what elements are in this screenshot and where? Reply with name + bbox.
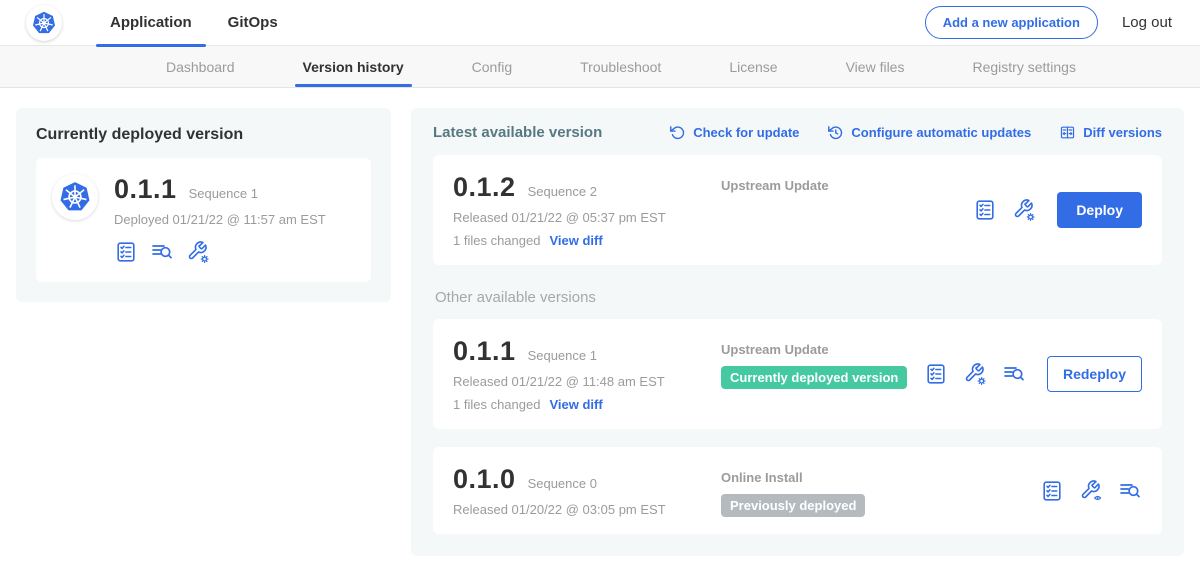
files-changed-label: 1 files changed [453,233,540,248]
configure-automatic-updates-label: Configure automatic updates [851,125,1031,140]
diff-icon [1059,124,1076,141]
view-diff-link[interactable]: View diff [549,233,602,248]
kubernetes-app-icon [54,176,96,218]
check-for-update-label: Check for update [693,125,799,140]
tab-gitops[interactable]: GitOps [210,0,296,46]
panel-header: Latest available version Check for updat… [433,124,1162,141]
diff-versions-link[interactable]: Diff versions [1059,124,1162,141]
source-label: Online Install [721,470,1040,485]
configure-automatic-updates-link[interactable]: Configure automatic updates [827,124,1031,141]
deploy-button[interactable]: Deploy [1057,192,1142,228]
config-edit-icon[interactable] [1012,198,1036,222]
version-info: 0.1.1 Sequence 1 Released 01/21/22 @ 11:… [453,336,711,412]
release-notes-icon[interactable] [1040,479,1064,503]
clock-refresh-icon [827,124,844,141]
deployed-version-number: 0.1.1 [114,174,177,205]
redeploy-button[interactable]: Redeploy [1047,356,1142,392]
subtab-view-files[interactable]: View files [838,46,913,87]
kubernetes-logo-icon [28,7,60,39]
currently-deployed-badge: Currently deployed version [721,366,907,389]
other-versions-title: Other available versions [435,289,1162,306]
currently-deployed-panel: Currently deployed version 0 [16,108,391,302]
kubernetes-logo[interactable] [26,5,62,41]
logs-icon[interactable] [1002,362,1026,386]
sequence-label: Sequence 1 [528,348,597,363]
top-navbar: Application GitOps Add a new application… [0,0,1200,46]
version-source: Online Install Previously deployed [711,464,1040,517]
latest-version-title: Latest available version [433,124,602,141]
version-number: 0.1.2 [453,172,516,203]
deployed-version-card: 0.1.1 Sequence 1 Deployed 01/21/22 @ 11:… [36,158,371,282]
refresh-icon [669,124,686,141]
view-diff-link[interactable]: View diff [549,397,602,412]
add-new-application-button[interactable]: Add a new application [925,6,1098,39]
diff-versions-label: Diff versions [1083,125,1162,140]
app-subnav: Dashboard Version history Config Trouble… [0,46,1200,88]
version-number: 0.1.0 [453,464,516,495]
previously-deployed-badge: Previously deployed [721,494,865,517]
currently-deployed-title: Currently deployed version [36,126,371,144]
release-notes-icon[interactable] [924,362,948,386]
deployed-timestamp: Deployed 01/21/22 @ 11:57 am EST [114,212,326,227]
logs-icon[interactable] [150,240,174,264]
version-source: Upstream Update Currently deployed versi… [711,336,924,389]
deployed-version-info: 0.1.1 Sequence 1 Deployed 01/21/22 @ 11:… [114,174,326,264]
logs-icon[interactable] [1118,479,1142,503]
subtab-license[interactable]: License [721,46,785,87]
config-view-icon[interactable] [1079,479,1103,503]
files-changed-label: 1 files changed [453,397,540,412]
version-actions [1040,479,1142,503]
subtab-version-history[interactable]: Version history [295,46,412,87]
subtab-config[interactable]: Config [464,46,520,87]
version-info: 0.1.2 Sequence 2 Released 01/21/22 @ 05:… [453,172,711,248]
version-number: 0.1.1 [453,336,516,367]
release-notes-icon[interactable] [973,198,997,222]
tab-application[interactable]: Application [92,0,210,46]
release-notes-icon[interactable] [114,240,138,264]
check-for-update-link[interactable]: Check for update [669,124,799,141]
subtab-troubleshoot[interactable]: Troubleshoot [572,46,669,87]
sequence-label: Sequence 0 [528,476,597,491]
version-card-0-1-2: 0.1.2 Sequence 2 Released 01/21/22 @ 05:… [433,155,1162,265]
released-timestamp: Released 01/21/22 @ 11:48 am EST [453,374,711,389]
version-actions: Redeploy [924,356,1142,392]
config-edit-icon[interactable] [186,240,210,264]
source-label: Upstream Update [721,178,973,193]
released-timestamp: Released 01/20/22 @ 03:05 pm EST [453,502,711,517]
version-card-0-1-0: 0.1.0 Sequence 0 Released 01/20/22 @ 03:… [433,447,1162,534]
main-content: Currently deployed version 0 [0,88,1200,576]
subtab-registry-settings[interactable]: Registry settings [964,46,1083,87]
version-card-0-1-1: 0.1.1 Sequence 1 Released 01/21/22 @ 11:… [433,319,1162,429]
version-history-panel: Latest available version Check for updat… [411,108,1184,556]
app-logo [52,174,98,220]
version-info: 0.1.0 Sequence 0 Released 01/20/22 @ 03:… [453,464,711,517]
config-edit-icon[interactable] [963,362,987,386]
released-timestamp: Released 01/21/22 @ 05:37 pm EST [453,210,711,225]
source-label: Upstream Update [721,342,924,357]
subtab-dashboard[interactable]: Dashboard [158,46,243,87]
deployed-actions [114,240,326,264]
logout-button[interactable]: Log out [1122,14,1172,31]
version-source: Upstream Update [711,172,973,193]
header-actions: Check for update Configure automatic upd… [669,124,1162,141]
version-actions: Deploy [973,192,1142,228]
topnav-right: Add a new application Log out [925,6,1172,39]
sequence-label: Sequence 2 [528,184,597,199]
deployed-sequence-label: Sequence 1 [189,186,258,201]
